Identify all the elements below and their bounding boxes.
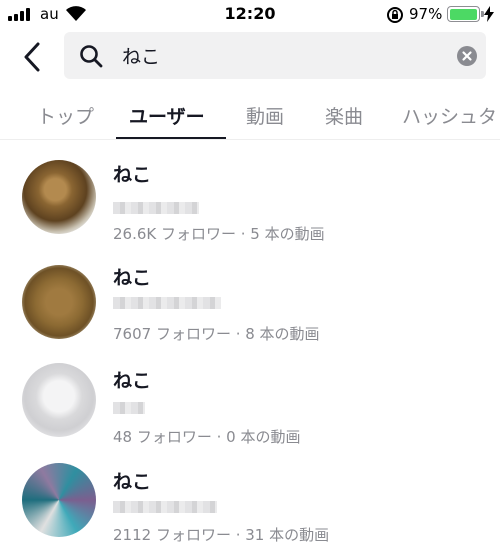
user-stats: 2112 フォロワー · 31 本の動画 (113, 526, 330, 544)
tab-top[interactable]: トップ (37, 102, 94, 129)
user-result-row[interactable]: ねこ 26.6K フォロワー · 5 本の動画 (0, 160, 500, 262)
tab-users[interactable]: ユーザー (129, 102, 205, 129)
rotation-lock-icon (387, 7, 403, 23)
avatar[interactable] (22, 363, 96, 437)
back-button[interactable] (18, 40, 48, 74)
search-input[interactable] (122, 41, 422, 69)
tab-videos[interactable]: 動画 (246, 102, 284, 129)
battery-icon (447, 6, 480, 22)
battery-fill (449, 8, 477, 20)
user-name: ねこ (113, 164, 152, 186)
search-tabs: トップ ユーザー 動画 楽曲 ハッシュタ (0, 92, 500, 140)
avatar[interactable] (22, 160, 96, 234)
user-id-pixelated (113, 297, 221, 309)
user-stats: 26.6K フォロワー · 5 本の動画 (113, 225, 325, 243)
user-name: ねこ (113, 471, 152, 493)
user-stats: 7607 フォロワー · 8 本の動画 (113, 325, 320, 343)
user-id-pixelated (113, 501, 217, 513)
avatar[interactable] (22, 463, 96, 537)
search-bar[interactable] (64, 32, 486, 79)
chevron-left-icon (24, 42, 40, 72)
user-stats: 48 フォロワー · 0 本の動画 (113, 428, 301, 446)
clear-circle-icon[interactable] (457, 46, 477, 66)
user-result-row[interactable]: ねこ 7607 フォロワー · 8 本の動画 (0, 263, 500, 365)
avatar[interactable] (22, 265, 96, 339)
active-tab-indicator (116, 137, 226, 139)
user-result-row[interactable]: ねこ 2112 フォロワー · 31 本の動画 (0, 463, 500, 558)
battery-percent: 97% (409, 5, 443, 23)
user-id-pixelated (113, 202, 199, 214)
charging-bolt-icon (484, 6, 494, 22)
user-result-row[interactable]: ねこ 48 フォロワー · 0 本の動画 (0, 363, 500, 468)
tab-hashtags[interactable]: ハッシュタ (402, 102, 497, 129)
user-name: ねこ (113, 370, 152, 392)
status-bar: au 12:20 97% (0, 0, 500, 30)
tab-sounds[interactable]: 楽曲 (325, 102, 363, 129)
user-name: ねこ (113, 267, 152, 289)
magnifier-icon (80, 45, 103, 68)
user-id-pixelated (113, 402, 145, 414)
